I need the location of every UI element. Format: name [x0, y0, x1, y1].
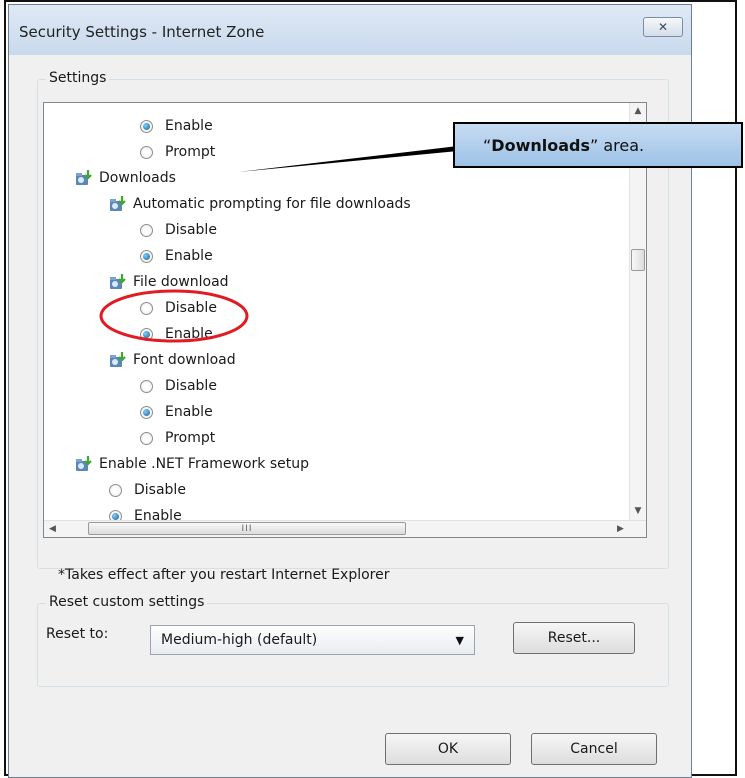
radio-option[interactable]: Enable	[140, 114, 213, 138]
radio-unchecked-icon[interactable]	[140, 301, 153, 315]
callout-rest-text: ” area.	[590, 135, 645, 155]
scroll-down-arrow-icon[interactable]: ▼	[630, 503, 646, 520]
reset-button[interactable]: Reset...	[513, 622, 635, 654]
callout-quote-open: “	[483, 135, 492, 155]
reset-level-dropdown[interactable]: Medium-high (default) ▼	[150, 625, 475, 655]
settings-folder-icon	[76, 170, 92, 185]
radio-unchecked-icon[interactable]	[140, 379, 153, 393]
security-settings-dialog: Security Settings - Internet Zone ✕ Sett…	[8, 4, 692, 778]
radio-unchecked-icon[interactable]	[140, 223, 153, 237]
settings-folder-icon	[110, 352, 126, 367]
radio-checked-icon[interactable]	[140, 327, 153, 341]
radio-option[interactable]: Enable	[109, 504, 182, 520]
scroll-up-arrow-icon[interactable]: ▲	[630, 103, 646, 120]
restart-note: *Takes effect after you restart Internet…	[58, 567, 390, 583]
callout-bold-text: Downloads	[491, 135, 590, 155]
settings-category: Enable .NET Framework setup	[75, 452, 309, 476]
radio-checked-icon[interactable]	[140, 405, 153, 419]
item-label: Enable	[165, 118, 213, 134]
item-label: Enable	[134, 508, 182, 520]
radio-option[interactable]: Disable	[109, 478, 186, 502]
item-label: Enable .NET Framework setup	[99, 456, 310, 472]
radio-option[interactable]: Enable	[140, 244, 213, 268]
settings-category: Automatic prompting for file downloads	[109, 192, 411, 216]
radio-option[interactable]: Disable	[140, 374, 217, 398]
item-label: Enable	[165, 248, 213, 264]
radio-checked-icon[interactable]	[109, 509, 122, 520]
downloads-callout: “Downloads” area.	[453, 122, 743, 168]
settings-group-label: Settings	[46, 70, 110, 86]
item-label: Enable	[165, 404, 213, 420]
settings-category: Font download	[109, 348, 236, 372]
horizontal-scrollbar[interactable]: ◀ III ▶	[44, 520, 646, 537]
horizontal-scroll-thumb[interactable]: III	[88, 522, 406, 535]
settings-folder-icon	[110, 274, 126, 289]
chevron-down-icon: ▼	[455, 634, 464, 647]
item-label: Prompt	[165, 430, 216, 446]
item-label: Enable	[165, 326, 213, 342]
cancel-button[interactable]: Cancel	[531, 733, 657, 765]
item-label: Prompt	[165, 144, 216, 160]
settings-folder-icon	[110, 196, 126, 211]
reset-to-label: Reset to:	[46, 626, 109, 642]
scroll-right-arrow-icon[interactable]: ▶	[612, 521, 629, 537]
item-label: Automatic prompting for file downloads	[133, 196, 411, 212]
reset-level-value: Medium-high (default)	[161, 632, 318, 648]
close-button[interactable]: ✕	[643, 17, 683, 37]
item-label: Font download	[133, 352, 236, 368]
close-icon: ✕	[657, 20, 669, 34]
radio-checked-icon[interactable]	[140, 249, 153, 263]
reset-custom-settings-group: Reset custom settings Reset to: Medium-h…	[37, 594, 669, 687]
scroll-left-arrow-icon[interactable]: ◀	[44, 521, 61, 537]
item-label: Disable	[165, 378, 217, 394]
vertical-scroll-thumb[interactable]	[631, 249, 645, 271]
title-bar: Security Settings - Internet Zone ✕	[9, 5, 691, 55]
item-label: Disable	[165, 300, 217, 316]
settings-folder-icon	[76, 456, 92, 471]
item-label: File download	[133, 274, 229, 290]
radio-option[interactable]: Enable	[140, 400, 213, 424]
radio-option[interactable]: Disable	[140, 296, 217, 320]
item-label: Downloads	[99, 170, 176, 186]
radio-unchecked-icon[interactable]	[140, 431, 153, 445]
radio-option[interactable]: Prompt	[140, 140, 215, 164]
reset-group-label: Reset custom settings	[46, 594, 208, 610]
radio-option[interactable]: Enable	[140, 322, 213, 346]
scroll-grip-icon: III	[241, 523, 253, 534]
window-title: Security Settings - Internet Zone	[19, 23, 265, 41]
settings-category: Downloads	[75, 166, 176, 190]
radio-option[interactable]: Prompt	[140, 426, 215, 450]
item-label: Disable	[134, 482, 186, 498]
settings-category: File download	[109, 270, 229, 294]
item-label: Disable	[165, 222, 217, 238]
radio-checked-icon[interactable]	[140, 119, 153, 133]
radio-unchecked-icon[interactable]	[109, 483, 122, 497]
radio-unchecked-icon[interactable]	[140, 145, 153, 159]
ok-button[interactable]: OK	[385, 733, 511, 765]
radio-option[interactable]: Disable	[140, 218, 217, 242]
